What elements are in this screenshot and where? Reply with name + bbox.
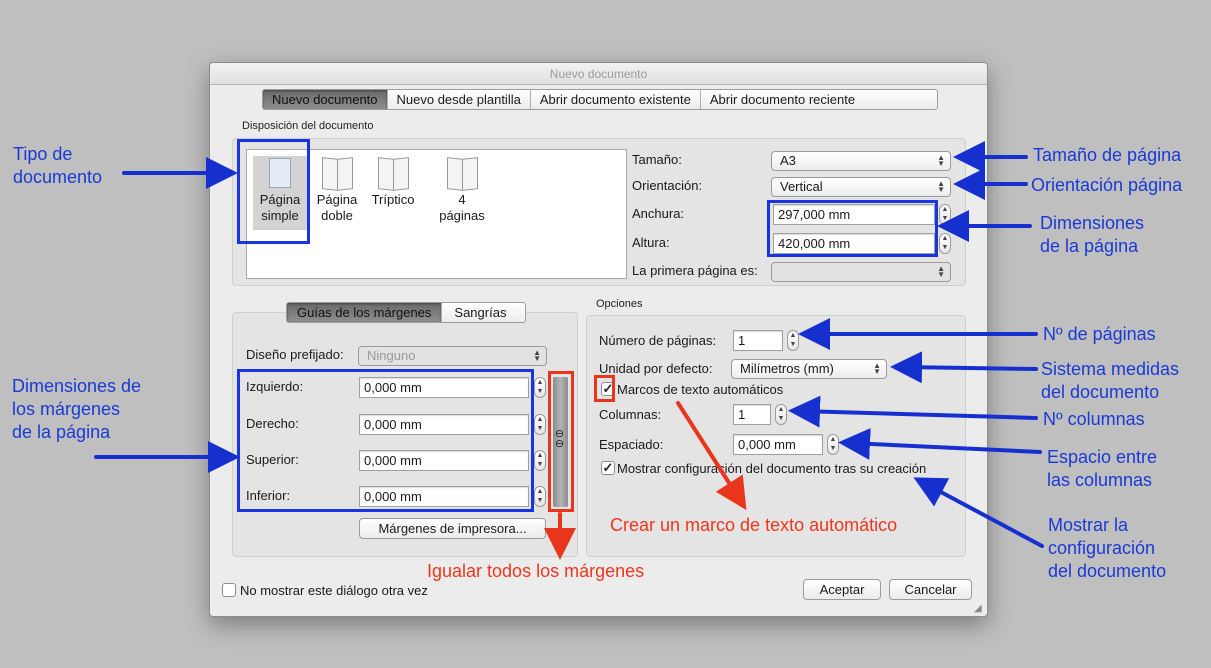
dont-show-label: No mostrar este diálogo otra vez <box>240 583 428 598</box>
size-label: Tamaño: <box>632 152 682 167</box>
tab-new-from-template[interactable]: Nuevo desde plantilla <box>388 90 531 109</box>
doc-type-four-label-2: páginas <box>439 208 485 223</box>
annotation-columns: Nº columnas <box>1043 409 1145 429</box>
width-label: Anchura: <box>632 206 685 221</box>
doc-type-double-label-1: Página <box>316 192 358 207</box>
show-config-checkbox[interactable]: ✓ <box>601 461 615 475</box>
unit-value: Milímetros (mm) <box>740 361 834 376</box>
layout-caption: Disposición del documento <box>242 120 374 132</box>
margin-left-stepper[interactable]: ▲ ▼ <box>534 377 546 398</box>
first-page-label: La primera página es: <box>632 263 758 278</box>
orientation-value: Vertical <box>780 179 823 194</box>
annotation-margins-line3: de la página <box>12 422 111 442</box>
annotation-measure-line1: Sistema medidas <box>1041 359 1180 379</box>
popup-arrows-icon: ▲ ▼ <box>937 179 945 194</box>
num-pages-stepper[interactable]: ▲ ▼ <box>787 330 799 351</box>
tab-open-recent[interactable]: Abrir documento reciente <box>701 90 864 109</box>
columns-field[interactable]: 1 <box>733 404 771 425</box>
tab-margin-guides[interactable]: Guías de los márgenes <box>287 303 443 322</box>
doc-type-four-label-1: 4 <box>458 192 466 207</box>
spacing-field[interactable]: 0,000 mm <box>733 434 823 455</box>
first-page-popup[interactable]: ▲ ▼ <box>771 262 951 282</box>
annotation-show-config: Mostrar la configuración del documento <box>1048 514 1166 583</box>
margin-top-stepper[interactable]: ▲ ▼ <box>534 450 546 471</box>
width-stepper[interactable]: ▲ ▼ <box>939 204 951 225</box>
orientation-label: Orientación: <box>632 178 703 193</box>
tab-bleeds[interactable]: Sangrías <box>442 303 518 322</box>
columns-label: Columnas: <box>599 407 662 422</box>
annotation-dimensions-line2: de la página <box>1040 236 1139 256</box>
annotation-show-config-line2: configuración <box>1048 538 1156 558</box>
annotation-show-config-line1: Mostrar la <box>1048 515 1129 535</box>
unit-popup[interactable]: Milímetros (mm) ▲ ▼ <box>731 359 887 379</box>
doc-type-double[interactable]: Página doble <box>313 156 361 230</box>
auto-frames-label: Marcos de texto automáticos <box>617 382 784 397</box>
annotation-page-size: Tamaño de página <box>1033 145 1182 165</box>
unit-label: Unidad por defecto: <box>599 361 713 376</box>
size-value: A3 <box>780 153 796 168</box>
annotation-orientation: Orientación página <box>1031 175 1183 195</box>
popup-arrows-icon: ▲ ▼ <box>873 361 881 376</box>
columns-stepper[interactable]: ▲ ▼ <box>775 404 787 425</box>
triptych-icon <box>378 158 408 188</box>
annotation-measure-line2: del documento <box>1041 382 1160 402</box>
popup-arrows-icon: ▲ ▼ <box>937 264 945 279</box>
ok-button[interactable]: Aceptar <box>803 579 881 600</box>
annotation-spacing: Espacio entre las columnas <box>1047 446 1157 492</box>
annotation-auto-frame: Crear un marco de texto automático <box>610 515 898 535</box>
tab-open-existing[interactable]: Abrir documento existente <box>531 90 701 109</box>
printer-margins-button[interactable]: Márgenes de impresora... <box>359 518 546 539</box>
preset-value: Ninguno <box>367 348 416 363</box>
spacing-stepper[interactable]: ▲ ▼ <box>827 434 839 455</box>
doc-type-triptych[interactable]: Tríptico <box>367 156 419 230</box>
annotation-dimensions-line1: Dimensiones <box>1040 213 1145 233</box>
annotation-spacing-line2: las columnas <box>1047 470 1153 490</box>
popup-arrows-icon: ▲ ▼ <box>937 153 945 168</box>
annotation-num-pages: Nº de páginas <box>1043 324 1156 344</box>
annotation-dimensions: Dimensiones de la página <box>1040 212 1144 258</box>
doc-type-four-pages[interactable]: 4 páginas <box>433 156 491 230</box>
tab-new-document[interactable]: Nuevo documento <box>263 90 388 109</box>
window-title: Nuevo documento <box>210 63 987 85</box>
doc-type-triptych-label: Tríptico <box>371 192 415 207</box>
auto-frames-highlight <box>594 375 615 402</box>
doc-type-highlight <box>237 139 310 244</box>
double-page-icon <box>322 158 352 188</box>
show-config-label: Mostrar configuración del documento tras… <box>617 461 927 476</box>
annotation-spacing-line1: Espacio entre <box>1047 447 1158 467</box>
dimensions-highlight <box>767 200 938 257</box>
top-tab-bar: Nuevo documento Nuevo desde plantilla Ab… <box>262 89 938 110</box>
doc-type-double-label-2: doble <box>321 208 353 223</box>
link-margins-highlight <box>548 371 574 512</box>
annotation-doc-type-line2: documento <box>13 167 103 187</box>
cancel-button[interactable]: Cancelar <box>889 579 972 600</box>
annotation-show-config-line3: del documento <box>1048 561 1167 581</box>
height-label: Altura: <box>632 235 670 250</box>
annotation-margins-line1: Dimensiones de <box>12 376 142 396</box>
resize-grip-icon[interactable]: ◢ <box>974 603 986 615</box>
preset-label: Diseño prefijado: <box>246 347 344 362</box>
height-stepper[interactable]: ▲ ▼ <box>939 233 951 254</box>
dont-show-checkbox[interactable] <box>222 583 236 597</box>
num-pages-field[interactable]: 1 <box>733 330 783 351</box>
popup-arrows-icon: ▲ ▼ <box>533 348 541 363</box>
annotation-margins: Dimensiones de los márgenes de la página <box>12 375 141 444</box>
annotation-doc-type-line1: Tipo de <box>13 144 73 164</box>
margins-tab-bar: Guías de los márgenes Sangrías <box>286 302 526 323</box>
annotation-margins-line2: los márgenes <box>12 399 121 419</box>
margins-highlight <box>237 369 534 512</box>
four-pages-icon <box>447 158 477 188</box>
margin-right-stepper[interactable]: ▲ ▼ <box>534 414 546 435</box>
options-caption: Opciones <box>596 298 643 310</box>
orientation-popup[interactable]: Vertical ▲ ▼ <box>771 177 951 197</box>
preset-popup[interactable]: Ninguno ▲ ▼ <box>358 346 547 366</box>
annotation-doc-type: Tipo de documento <box>13 143 102 189</box>
num-pages-label: Número de páginas: <box>599 333 717 348</box>
size-popup[interactable]: A3 ▲ ▼ <box>771 151 951 171</box>
margin-bottom-stepper[interactable]: ▲ ▼ <box>534 486 546 507</box>
annotation-measure: Sistema medidas del documento <box>1041 358 1179 404</box>
spacing-label: Espaciado: <box>599 437 664 452</box>
annotation-equal-margins: Igualar todos los márgenes <box>427 561 645 581</box>
